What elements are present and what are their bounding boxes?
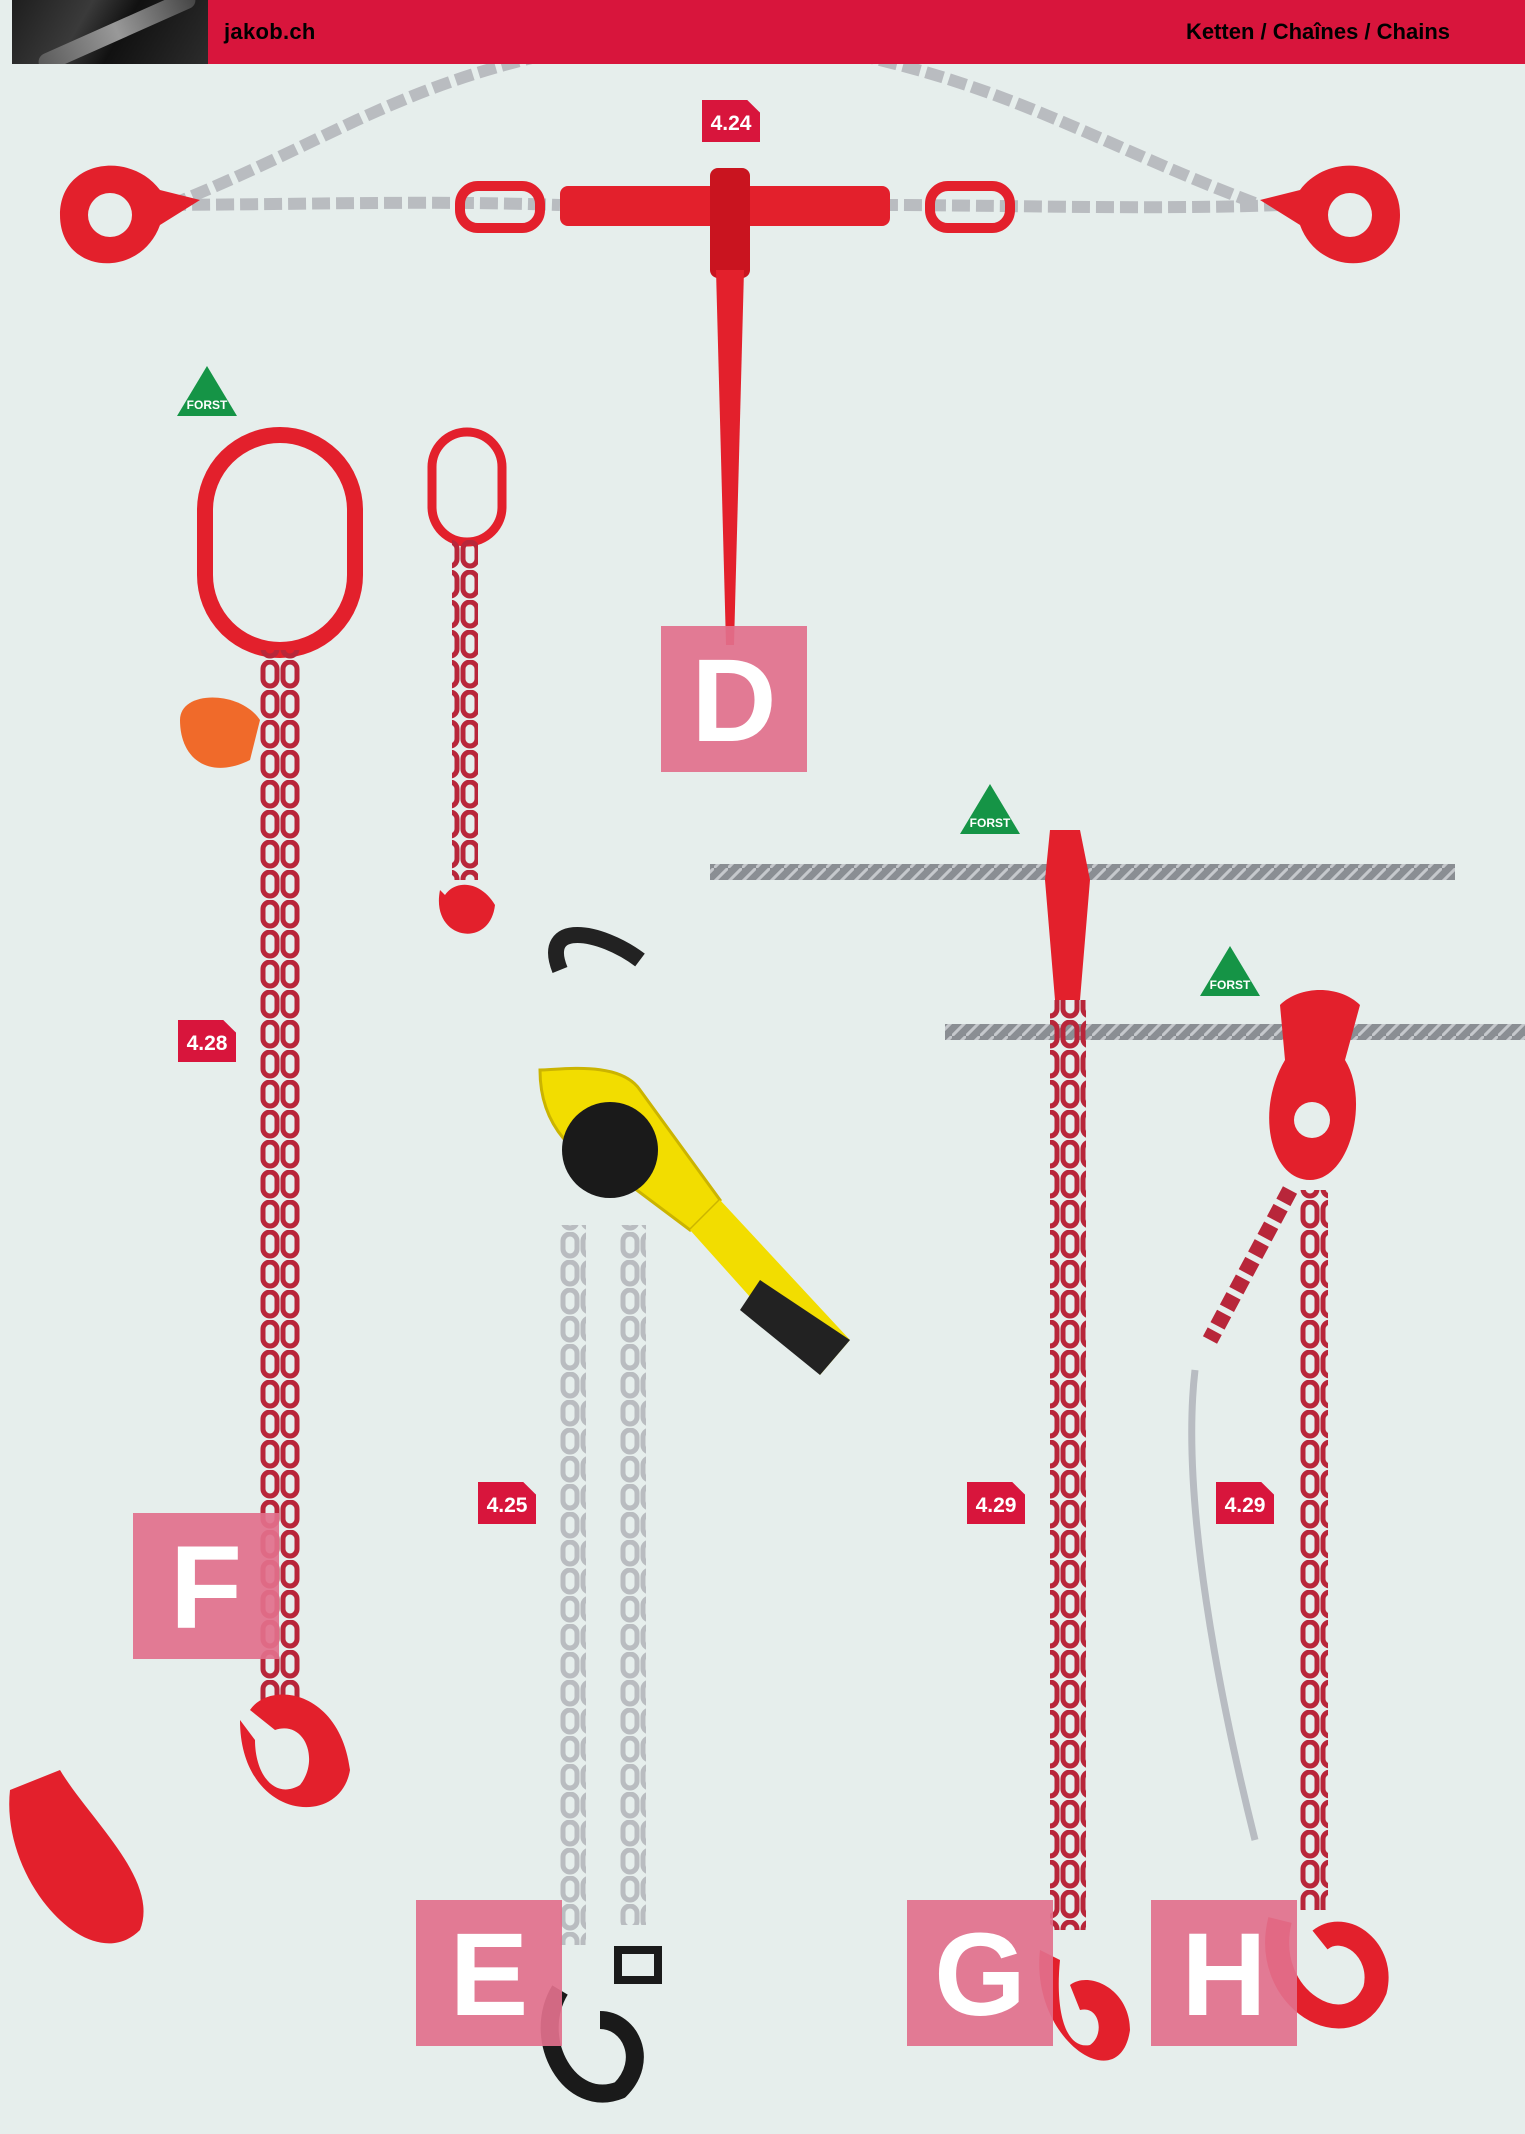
lever-hoist-illustration [538, 927, 850, 2103]
page-ref-tag-d[interactable]: 4.24 [702, 100, 760, 142]
page-ref-tag-h[interactable]: 4.29 [1216, 1482, 1274, 1524]
product-letter-f: F [133, 1513, 279, 1659]
product-letter-h: H [1151, 1900, 1297, 2046]
chain-sling-illustration [9, 427, 507, 1944]
page-ref-tag-e[interactable]: 4.25 [478, 1482, 536, 1524]
catalog-page: jakob.ch Ketten / Chaînes / Chains 4.24 … [0, 0, 1525, 2134]
page-ref-tag-g[interactable]: 4.29 [967, 1482, 1025, 1524]
header-chain-photo [12, 0, 208, 64]
section-title: Ketten / Chaînes / Chains [1185, 19, 1450, 44]
product-letter-g: G [907, 1900, 1053, 2046]
product-illustrations [9, 23, 1525, 2103]
forestry-chain-illustration [710, 830, 1525, 2061]
product-letter-e: E [416, 1900, 562, 2046]
product-letter-d: D [661, 626, 807, 772]
site-name[interactable]: jakob.ch [224, 19, 316, 45]
page-ref-tag-f[interactable]: 4.28 [178, 1020, 236, 1062]
